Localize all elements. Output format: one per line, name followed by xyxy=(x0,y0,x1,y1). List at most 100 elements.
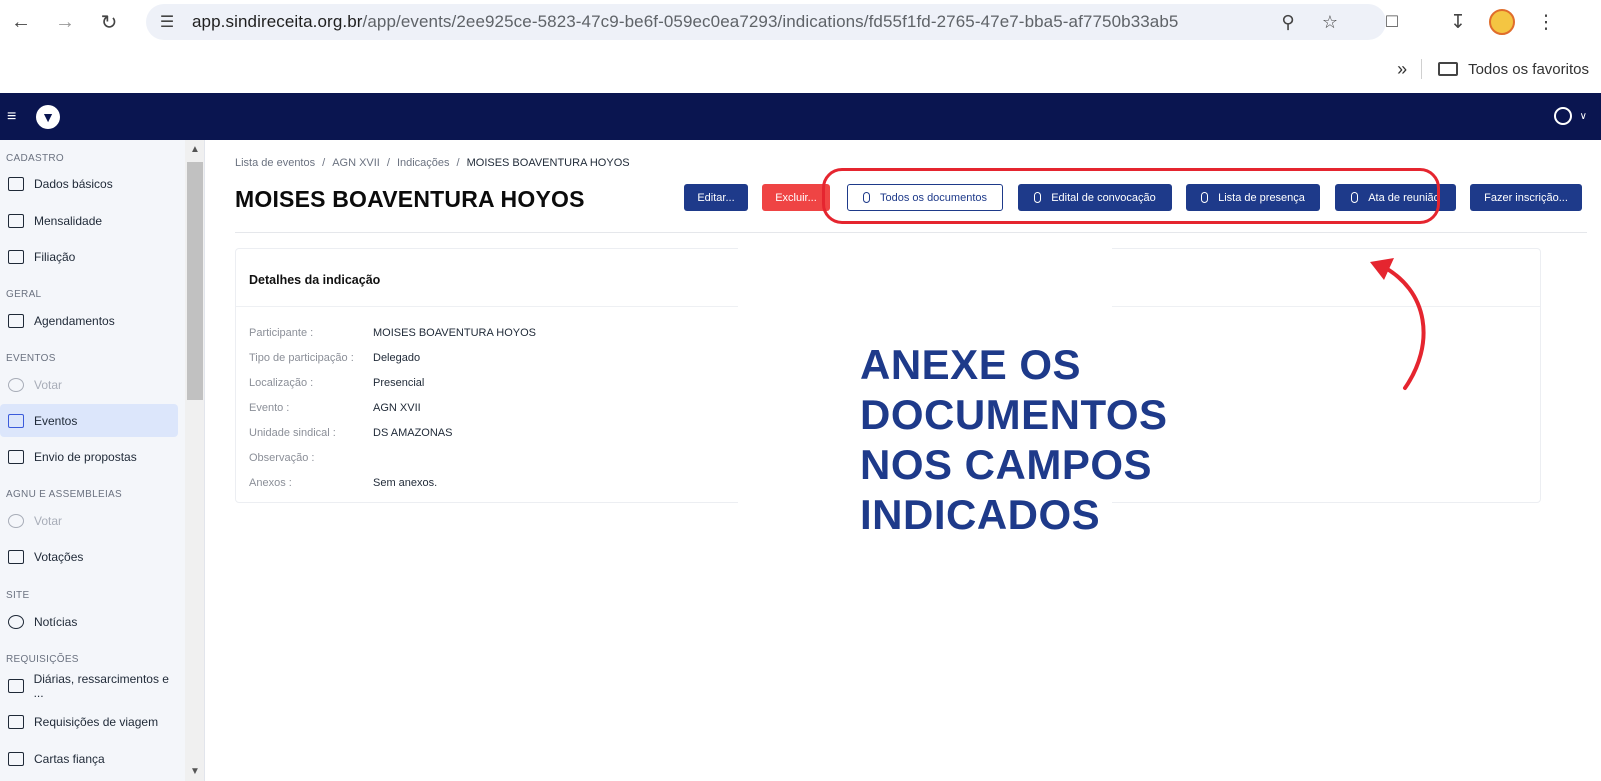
sidebar-section-site: SITE xyxy=(6,590,30,601)
detail-label-anexos: Anexos : xyxy=(249,477,292,489)
breadcrumb: Lista de eventos / AGN XVII / Indicações… xyxy=(235,157,630,169)
sidebar-item-label: Votar xyxy=(34,513,63,528)
page-title: MOISES BOAVENTURA HOYOS xyxy=(235,186,585,212)
detail-value-unidade: DS AMAZONAS xyxy=(373,427,453,439)
sidebar-item-label: Diárias, ressarcimentos e ... xyxy=(33,671,169,700)
user-menu[interactable]: ∨ xyxy=(1553,107,1587,125)
detail-label-tipo: Tipo de participação : xyxy=(249,352,354,364)
download-icon[interactable]: ↧ xyxy=(1444,8,1472,36)
user-circle-icon xyxy=(1553,107,1572,125)
sidebar-item-filiacao[interactable]: Filiação xyxy=(0,240,178,273)
sidebar-section-cadastro: CADASTRO xyxy=(6,153,64,164)
sidebar-item-label: Filiação xyxy=(34,249,76,264)
highlight-box xyxy=(822,168,1440,224)
sidebar-item-label: Dados básicos xyxy=(34,176,113,191)
details-title: Detalhes da indicação xyxy=(249,273,381,287)
receipt-icon xyxy=(8,678,24,693)
calendar-icon xyxy=(8,313,24,328)
edit-button[interactable]: Editar... xyxy=(684,184,748,211)
divider xyxy=(235,232,1587,233)
calendar-icon xyxy=(8,213,24,228)
divider xyxy=(1421,59,1423,79)
folder-icon xyxy=(1438,62,1459,76)
chevron-down-icon: ∨ xyxy=(1579,110,1587,122)
sidebar-item-cartas-fianca[interactable]: Cartas fiança xyxy=(0,742,178,775)
sidebar-item-label: Eventos xyxy=(34,413,78,428)
sidebar-item-agendamentos[interactable]: Agendamentos xyxy=(0,304,178,337)
sidebar-item-mensalidade[interactable]: Mensalidade xyxy=(0,204,178,237)
detail-value-anexos: Sem anexos. xyxy=(373,477,438,489)
detail-label-evento: Evento : xyxy=(249,402,290,414)
fazer-inscricao-button[interactable]: Fazer inscrição... xyxy=(1470,184,1582,211)
all-bookmarks-link[interactable]: Todos os favoritos xyxy=(1468,61,1589,78)
site-settings-icon[interactable]: ☰ xyxy=(152,12,182,32)
scrollbar-thumb[interactable] xyxy=(187,162,203,400)
address-bar[interactable]: ☰ app.sindireceita.org.br/app/events/2ee… xyxy=(146,4,1386,40)
sidebar-item-noticias[interactable]: Notícias xyxy=(0,605,178,638)
breadcrumb-separator: / xyxy=(386,157,390,169)
sidebar-item-label: Requisições de viagem xyxy=(34,714,159,729)
detail-label-participante: Participante : xyxy=(249,327,314,339)
menu-collapse-icon[interactable]: ≡ xyxy=(7,108,27,126)
scroll-up-icon[interactable]: ▲ xyxy=(190,144,200,155)
star-icon[interactable]: ☆ xyxy=(1318,10,1342,34)
vote-icon xyxy=(8,513,24,528)
delete-button[interactable]: Excluir... xyxy=(762,184,830,211)
sidebar-section-requisicoes: REQUISIÇÕES xyxy=(6,654,79,665)
sidebar-item-votacoes[interactable]: Votações xyxy=(0,540,178,573)
zoom-icon[interactable]: ⚲ xyxy=(1276,10,1300,34)
url-text[interactable]: app.sindireceita.org.br/app/events/2ee92… xyxy=(192,12,1178,32)
list-icon xyxy=(8,549,24,564)
detail-value-evento: AGN XVII xyxy=(373,402,421,414)
detail-value-tipo: Delegado xyxy=(373,352,421,364)
annotation-line-1: ANEXE OS DOCUMENTOS xyxy=(860,341,1168,438)
globe-icon xyxy=(8,614,24,629)
sidebar-item-label: Votações xyxy=(34,549,84,564)
breadcrumb-agn[interactable]: AGN XVII xyxy=(332,157,380,169)
back-arrow-icon[interactable]: ← xyxy=(8,10,34,36)
scroll-down-icon[interactable]: ▼ xyxy=(190,766,200,777)
sidebar: CADASTRO Dados básicos Mensalidade Filia… xyxy=(0,140,205,781)
breadcrumb-separator: / xyxy=(322,157,326,169)
sidebar-item-votar-eventos[interactable]: Votar xyxy=(0,368,178,401)
sidebar-item-diarias[interactable]: Diárias, ressarcimentos e ... xyxy=(0,669,178,702)
sidebar-item-label: Votar xyxy=(34,377,63,392)
profile-avatar[interactable] xyxy=(1488,8,1516,36)
annotation-text: ANEXE OS DOCUMENTOS NOS CAMPOS INDICADOS xyxy=(860,340,1400,540)
detail-label-unidade: Unidade sindical : xyxy=(249,427,336,439)
breadcrumb-current: MOISES BOAVENTURA HOYOS xyxy=(466,157,630,169)
sidebar-section-eventos: EVENTOS xyxy=(6,353,56,364)
forward-arrow-icon[interactable]: → xyxy=(52,10,78,36)
detail-value-localizacao: Presencial xyxy=(373,377,425,389)
browser-toolbar: ← → ↻ ☰ app.sindireceita.org.br/app/even… xyxy=(0,0,1601,45)
document-icon xyxy=(8,249,24,264)
kebab-menu-icon[interactable]: ⋮ xyxy=(1532,8,1560,36)
breadcrumb-lista-eventos[interactable]: Lista de eventos xyxy=(235,157,315,169)
sidebar-item-label: Notícias xyxy=(34,614,78,629)
luggage-icon xyxy=(8,714,24,729)
reload-icon[interactable]: ↻ xyxy=(96,10,122,36)
detail-value-participante: MOISES BOAVENTURA HOYOS xyxy=(373,327,536,339)
sidebar-item-label: Agendamentos xyxy=(34,313,115,328)
sidebar-section-geral: GERAL xyxy=(6,289,42,300)
extensions-icon[interactable]: □ xyxy=(1378,8,1406,36)
detail-label-observacao: Observação : xyxy=(249,452,315,464)
breadcrumb-indicacoes[interactable]: Indicações xyxy=(397,157,450,169)
sidebar-item-eventos[interactable]: Eventos xyxy=(0,404,178,437)
app-header: ≡ ▼ ∨ xyxy=(0,93,1601,140)
double-chevron-icon[interactable]: » xyxy=(1397,59,1407,80)
sidebar-item-votar-agnu[interactable]: Votar xyxy=(0,504,178,537)
letter-icon xyxy=(8,751,24,766)
detail-label-localizacao: Localização : xyxy=(249,377,314,389)
sidebar-item-dados-basicos[interactable]: Dados básicos xyxy=(0,167,178,200)
annotation-line-2: NOS CAMPOS INDICADOS xyxy=(860,441,1153,538)
sidebar-scrollbar[interactable]: ▲ ▼ xyxy=(185,140,204,781)
annotation-arrow-icon xyxy=(1370,258,1426,390)
sidebar-item-envio-propostas[interactable]: Envio de propostas xyxy=(0,440,178,473)
sidebar-item-label: Mensalidade xyxy=(34,213,103,228)
file-icon xyxy=(8,449,24,464)
sidebar-item-requisicoes-viagem[interactable]: Requisições de viagem xyxy=(0,705,178,738)
id-card-icon xyxy=(8,176,24,191)
logo-icon[interactable]: ▼ xyxy=(36,104,60,129)
calendar-icon xyxy=(8,413,24,428)
